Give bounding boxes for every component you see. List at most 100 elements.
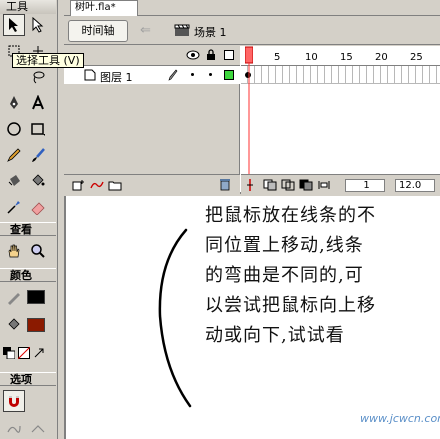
edit-multiple-frames-icon[interactable] xyxy=(299,179,313,194)
eraser-icon xyxy=(31,202,45,215)
default-colors-icon xyxy=(3,347,15,359)
lock-icon[interactable] xyxy=(206,49,216,64)
pen-tool-button[interactable] xyxy=(3,92,25,114)
subselection-tool-button[interactable] xyxy=(27,14,49,36)
text-a-icon xyxy=(32,95,44,110)
ink-bottle-icon xyxy=(8,175,20,186)
back-arrow-icon[interactable]: ⇐ xyxy=(140,23,151,38)
layer-page-icon xyxy=(84,69,96,84)
pencil-tool-button[interactable] xyxy=(3,144,25,166)
layer-pencil-icon xyxy=(168,69,178,84)
rectangle-tool-button[interactable] xyxy=(27,118,49,140)
text-tool-button[interactable] xyxy=(27,92,49,114)
ruler-number: 25 xyxy=(410,52,423,63)
stroke-color-swatch[interactable] xyxy=(27,290,45,304)
snap-to-objects-button[interactable] xyxy=(3,390,25,412)
annotation-line: 的弯曲是不同的,可 xyxy=(205,265,364,286)
outline-toggle-icon[interactable] xyxy=(224,50,234,63)
layer-list: 图层 1 xyxy=(64,46,240,194)
smooth-icon xyxy=(7,425,21,433)
fill-color-icon-holder xyxy=(3,314,25,336)
onion-skin-outline-icon[interactable] xyxy=(281,179,295,194)
rectangle-icon xyxy=(31,123,45,136)
layer-frames-row[interactable] xyxy=(241,66,440,84)
tool-tooltip: 选择工具 (V) xyxy=(12,53,84,68)
brush-tool-button[interactable] xyxy=(27,144,49,166)
timeline-toggle-button[interactable]: 时间轴 xyxy=(68,20,128,42)
modify-onion-markers-icon[interactable] xyxy=(317,179,331,194)
colors-section-label: 颜色 xyxy=(0,268,56,282)
delete-layer-icon[interactable] xyxy=(219,178,231,194)
ruler-number: 10 xyxy=(305,52,318,63)
layer-controls xyxy=(64,174,240,194)
no-color-icon xyxy=(18,347,30,359)
paint-bucket-tool-button[interactable] xyxy=(27,170,49,192)
magnet-icon xyxy=(9,396,19,407)
edit-bar: 时间轴 ⇐ 场景 1 xyxy=(64,17,440,45)
insert-layer-icon[interactable] xyxy=(72,179,86,194)
timeline-panel: 图层 1 5 10 15 20 25 1 12.0 xyxy=(64,46,440,194)
layer-visibility-dot[interactable] xyxy=(191,73,194,76)
straighten-icon xyxy=(31,425,45,433)
color-options-row xyxy=(3,342,55,364)
scene-clapper-icon xyxy=(174,23,190,40)
fill-color-swatch[interactable] xyxy=(27,318,45,332)
timeline-status-bar: 1 12.0 xyxy=(241,174,440,194)
eyedropper-icon xyxy=(7,201,20,214)
brush-icon xyxy=(32,148,45,162)
oval-icon xyxy=(7,122,21,136)
center-frame-icon[interactable] xyxy=(245,179,255,194)
watermark: www.jcwcn.com xyxy=(360,412,440,425)
annotation-line: 同位置上移动,线条 xyxy=(205,235,364,256)
annotation-line: 动或向下,试试看 xyxy=(205,325,345,346)
add-guide-layer-icon[interactable] xyxy=(90,179,104,194)
document-tab-bar: 树叶.fla* xyxy=(64,0,440,16)
options-section-label: 选项 xyxy=(0,372,56,386)
layer-list-header xyxy=(64,46,240,66)
layer-outline-color[interactable] xyxy=(224,70,234,80)
current-frame-field: 1 xyxy=(345,179,385,192)
hand-tool-button[interactable] xyxy=(3,240,25,262)
insert-folder-icon[interactable] xyxy=(108,179,122,194)
zoom-tool-button[interactable] xyxy=(27,240,49,262)
smooth-button[interactable] xyxy=(3,418,25,439)
pen-icon xyxy=(10,96,18,109)
straighten-button[interactable] xyxy=(27,418,49,439)
frames-area: 1 5 10 15 20 25 xyxy=(241,46,440,194)
playhead[interactable] xyxy=(244,46,254,174)
eye-icon[interactable] xyxy=(186,50,200,63)
subselect-arrow-icon xyxy=(32,17,44,33)
view-section-label: 查看 xyxy=(0,222,56,236)
layer-lock-dot[interactable] xyxy=(209,73,212,76)
stroke-color-icon-holder xyxy=(3,286,25,308)
lasso-icon xyxy=(33,71,45,84)
paint-bucket-icon xyxy=(32,174,45,186)
annotation-text: 把鼠标放在线条的不 同位置上移动,线条 的弯曲是不同的,可 以尝试把鼠标向上移 … xyxy=(205,201,435,351)
onion-skin-icon[interactable] xyxy=(263,179,277,194)
hand-icon xyxy=(8,244,20,258)
curved-line-shape[interactable] xyxy=(150,226,200,410)
selection-tool-button[interactable] xyxy=(3,14,25,36)
stroke-pencil-icon xyxy=(8,293,20,305)
arrow-icon xyxy=(9,18,18,32)
frame-ruler[interactable]: 1 5 10 15 20 25 xyxy=(241,46,440,66)
ink-bottle-tool-button[interactable] xyxy=(3,170,25,192)
tools-panel-title: 工具 xyxy=(0,0,56,14)
fill-bucket-icon xyxy=(8,318,20,330)
ruler-number: 20 xyxy=(375,52,388,63)
pencil-icon xyxy=(7,148,21,162)
flash-ide-window: 工具 选择工具 (V) 查看 颜色 选项 树叶.fla* 时间轴 ⇐ 场景 1 … xyxy=(0,0,440,439)
scene-label[interactable]: 场景 1 xyxy=(194,24,227,40)
eraser-tool-button[interactable] xyxy=(27,196,49,218)
layer-name[interactable]: 图层 1 xyxy=(100,69,133,85)
layer-row[interactable]: 图层 1 xyxy=(64,66,240,84)
ruler-number: 5 xyxy=(274,52,281,63)
document-tab[interactable]: 树叶.fla* xyxy=(70,0,138,16)
ruler-number: 15 xyxy=(340,52,353,63)
magnifier-icon xyxy=(31,244,45,258)
lasso-tool-button[interactable] xyxy=(27,66,49,88)
eyedropper-tool-button[interactable] xyxy=(3,196,25,218)
frame-rate-field: 12.0 xyxy=(395,179,435,192)
oval-tool-button[interactable] xyxy=(3,118,25,140)
tools-panel: 工具 选择工具 (V) 查看 颜色 选项 xyxy=(0,0,84,439)
